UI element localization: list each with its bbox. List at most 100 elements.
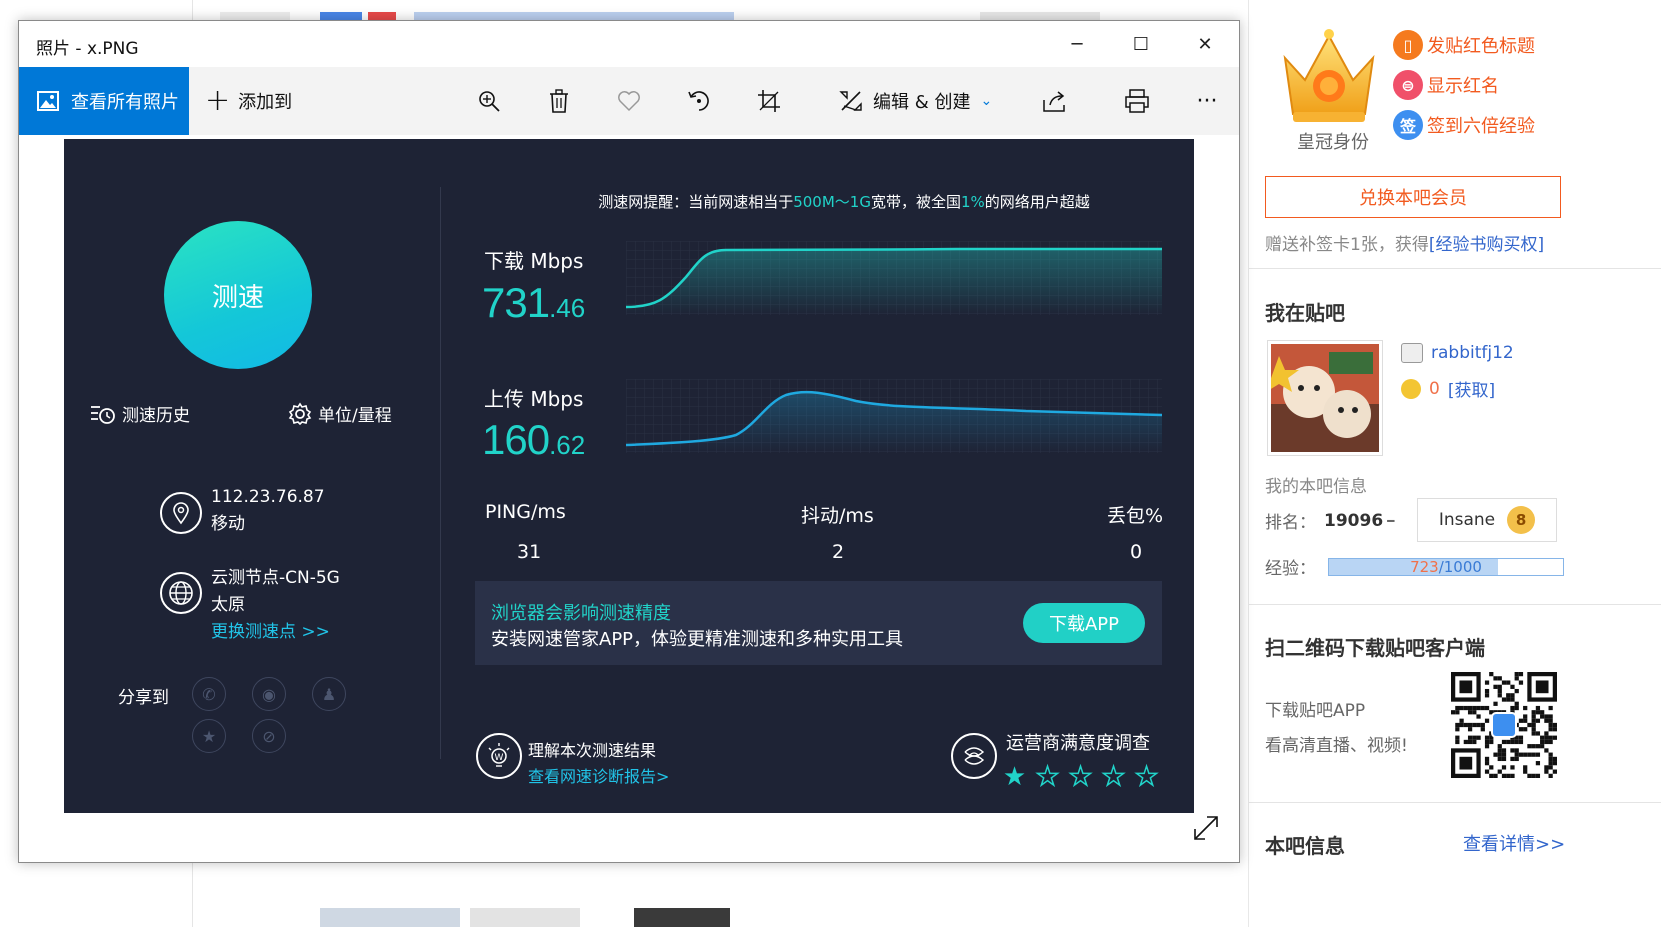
tip-middle: 宽带，被全国 bbox=[870, 193, 961, 211]
avatar-image bbox=[1271, 344, 1379, 452]
location-pin-icon bbox=[160, 492, 202, 534]
level-badge-icon: 8 bbox=[1507, 506, 1536, 534]
trash-icon[interactable] bbox=[537, 67, 581, 135]
exp-row: 经验： 723/1000 bbox=[1265, 554, 1564, 579]
download-label: 下载 Mbps bbox=[484, 249, 584, 273]
rank-trend: ━ bbox=[1387, 513, 1395, 528]
qq-icon[interactable]: ♟ bbox=[312, 677, 346, 711]
promo-text: 安装网速管家APP，体验更精准测速和多种实用工具 bbox=[491, 629, 904, 650]
print-icon[interactable] bbox=[1115, 67, 1159, 135]
heart-icon[interactable] bbox=[607, 67, 651, 135]
star-filled-icon[interactable]: ★ bbox=[998, 763, 1031, 791]
view-details-link[interactable]: 查看详情>> bbox=[1463, 830, 1565, 856]
tip-band: 500M～1G bbox=[793, 193, 871, 211]
background-thumbnails bbox=[320, 908, 740, 927]
star-empty-icon[interactable]: ★ bbox=[1064, 762, 1097, 792]
unit-range-label: 单位/量程 bbox=[318, 406, 392, 426]
rating-stars[interactable]: ★ ★ ★ ★ ★ bbox=[998, 762, 1163, 792]
download-value: 731.46 bbox=[482, 279, 585, 327]
rotate-icon[interactable] bbox=[677, 67, 721, 135]
tieba-sidebar: 皇冠身份 ▯ 发贴红色标题 ⊜ 显示红名 签 签到六倍经验 兑换本吧会员 赠送补… bbox=[1248, 0, 1661, 927]
title-bar[interactable]: 照片 - x.PNG ─ ☐ ✕ bbox=[19, 21, 1239, 67]
panel-divider bbox=[440, 187, 441, 759]
gear-icon bbox=[288, 402, 312, 425]
unit-range-button[interactable]: 单位/量程 bbox=[288, 401, 392, 426]
background-post-row bbox=[200, 0, 1240, 21]
name-icon: ⊜ bbox=[1393, 70, 1423, 100]
minimize-button[interactable]: ─ bbox=[1045, 21, 1109, 67]
perk-red-title: ▯ 发贴红色标题 bbox=[1393, 30, 1535, 60]
coins-row: 0 [获取] bbox=[1401, 376, 1495, 401]
perk-sign-exp: 签 签到六倍经验 bbox=[1393, 110, 1535, 140]
link-icon[interactable]: ⊘ bbox=[252, 719, 286, 753]
history-button[interactable]: 测速历史 bbox=[90, 401, 190, 426]
node-info: 云测节点-CN-5G 太原 更换测速点 >> bbox=[211, 565, 340, 646]
packet-loss-value: 0 bbox=[1130, 541, 1143, 563]
bar-info-title: 本吧信息 bbox=[1265, 834, 1345, 858]
speedtest-image: 测速 测速历史 单位/量程 112.23.76.87 移动 云测节点-CN-5G… bbox=[64, 139, 1194, 813]
rank-label: 排名： bbox=[1265, 513, 1316, 533]
share-label: 分享到 bbox=[118, 688, 169, 708]
crop-icon[interactable] bbox=[747, 67, 791, 135]
level-name: Insane bbox=[1438, 510, 1496, 530]
star-empty-icon[interactable]: ★ bbox=[1097, 762, 1130, 792]
gift-note: 赠送补签卡1张，获得[经验书购买权] bbox=[1265, 230, 1544, 255]
crown-label: 皇冠身份 bbox=[1297, 132, 1369, 153]
exp-total: /1000 bbox=[1438, 557, 1482, 576]
bookmark-icon: ▯ bbox=[1393, 30, 1423, 60]
jitter-value: 2 bbox=[832, 541, 845, 563]
fullscreen-icon[interactable] bbox=[1191, 813, 1221, 843]
understand-result-label: 理解本次测速结果 bbox=[528, 741, 657, 760]
download-int: 731 bbox=[482, 279, 550, 326]
download-dec: .46 bbox=[549, 293, 586, 323]
window-title: 照片 - x.PNG bbox=[36, 39, 139, 59]
promo-title: 浏览器会影响测速精度 bbox=[491, 603, 671, 624]
get-coins-link[interactable]: [获取] bbox=[1448, 376, 1495, 401]
chevron-down-icon: ⌄ bbox=[980, 93, 993, 109]
user-badge-icon bbox=[1401, 343, 1423, 363]
perk-label: 显示红名 bbox=[1427, 76, 1499, 97]
download-app-button[interactable]: 下载APP bbox=[1023, 603, 1145, 643]
weibo-icon[interactable]: ◉ bbox=[252, 677, 286, 711]
share-icon[interactable] bbox=[1033, 67, 1077, 135]
qzone-icon[interactable]: ★ bbox=[192, 719, 226, 753]
qr-line-1: 下载贴吧APP bbox=[1265, 701, 1366, 721]
add-to-button[interactable]: + 添加到 bbox=[205, 67, 292, 135]
edit-icon bbox=[839, 91, 862, 111]
photo-toolbar: 查看所有照片 + 添加到 编辑 & 创建 ⌄ ··· bbox=[19, 67, 1239, 135]
lightbulb-icon: W bbox=[476, 733, 522, 779]
start-speedtest-button[interactable]: 测速 bbox=[164, 221, 312, 369]
wechat-icon[interactable]: ✆ bbox=[192, 677, 226, 711]
diagnosis-report-link[interactable]: 查看网速诊断报告> bbox=[528, 763, 669, 787]
ping-label: PING/ms bbox=[485, 501, 566, 523]
exp-book-link[interactable]: [经验书购买权] bbox=[1429, 235, 1544, 255]
china-mobile-icon bbox=[951, 733, 997, 779]
qr-code-icon bbox=[1451, 672, 1557, 778]
history-label: 测速历史 bbox=[122, 406, 190, 426]
globe-icon bbox=[160, 572, 202, 614]
star-empty-icon[interactable]: ★ bbox=[1031, 762, 1064, 792]
speed-tip: 测速网提醒：当前网速相当于500M～1G宽带，被全国1%的网络用户超越 bbox=[484, 191, 1194, 212]
username-link[interactable]: rabbitfj12 bbox=[1431, 343, 1514, 363]
change-node-link[interactable]: 更换测速点 >> bbox=[211, 619, 340, 646]
avatar[interactable] bbox=[1267, 340, 1383, 456]
maximize-button[interactable]: ☐ bbox=[1109, 21, 1173, 67]
edit-create-button[interactable]: 编辑 & 创建 ⌄ bbox=[839, 67, 992, 135]
close-button[interactable]: ✕ bbox=[1173, 21, 1237, 67]
star-empty-icon[interactable]: ★ bbox=[1130, 762, 1163, 792]
upload-dec: .62 bbox=[549, 430, 586, 460]
upload-graph bbox=[626, 379, 1162, 453]
level-box[interactable]: Insane 8 bbox=[1417, 498, 1557, 542]
view-all-photos-button[interactable]: 查看所有照片 bbox=[19, 67, 189, 135]
redeem-membership-button[interactable]: 兑换本吧会员 bbox=[1265, 176, 1561, 218]
edit-create-label: 编辑 & 创建 bbox=[873, 92, 971, 113]
tip-suffix: 的网络用户超越 bbox=[984, 193, 1090, 211]
rank-value: 19096 bbox=[1324, 510, 1384, 531]
photos-window: 照片 - x.PNG ─ ☐ ✕ 查看所有照片 + 添加到 编辑 & 创建 ⌄ … bbox=[18, 20, 1240, 863]
zoom-icon[interactable] bbox=[467, 67, 511, 135]
tip-prefix: 测速网提醒：当前网速相当于 bbox=[598, 193, 794, 211]
download-graph bbox=[626, 241, 1162, 315]
perk-red-name: ⊜ 显示红名 bbox=[1393, 70, 1499, 100]
perk-label: 发贴红色标题 bbox=[1427, 36, 1535, 57]
more-icon[interactable]: ··· bbox=[1185, 67, 1229, 135]
